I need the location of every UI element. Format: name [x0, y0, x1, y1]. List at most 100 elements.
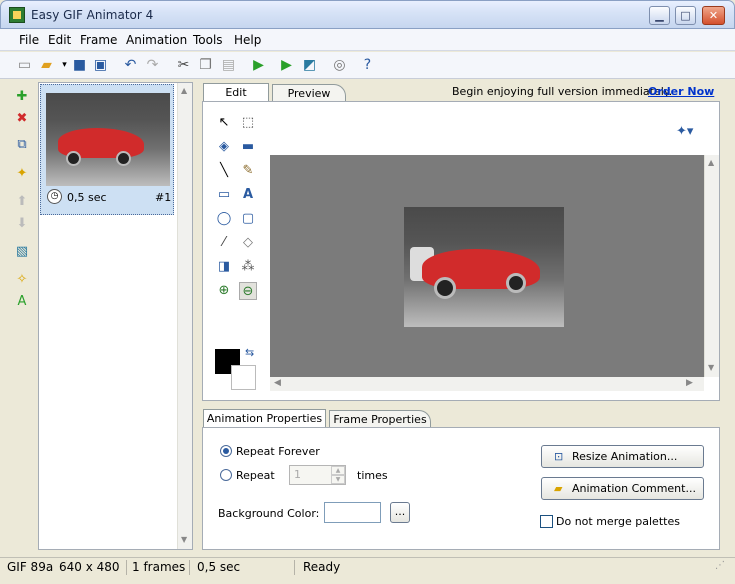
save-all-icon[interactable]: ▣ [92, 57, 109, 74]
image-effect-icon[interactable]: ▧ [13, 243, 31, 261]
zoom-out-icon[interactable]: ⊖ [239, 282, 257, 300]
pointer-icon[interactable]: ↖ [215, 114, 233, 132]
background-color-field[interactable] [324, 502, 381, 523]
wizard-icon[interactable]: ✧ [13, 271, 31, 289]
menu-bar: File Edit Frame Animation Tools Help [0, 29, 735, 51]
canvas-horizontal-scrollbar[interactable]: ◀ ▶ [270, 377, 704, 391]
menu-edit[interactable]: Edit [48, 33, 71, 47]
banner-text-icon[interactable]: A [13, 293, 31, 311]
copy-icon[interactable]: ❐ [197, 57, 214, 74]
redo-icon[interactable]: ↷ [144, 57, 161, 74]
help-icon[interactable]: ? [359, 57, 376, 74]
properties-panel: Repeat Forever Repeat 1 ▲ ▼ times Backgr… [202, 427, 720, 550]
move-up-icon[interactable]: ⬆ [13, 193, 31, 211]
repeat-count-value: 1 [294, 468, 301, 481]
status-duration: 0,5 sec [197, 560, 241, 574]
animation-frame-image [404, 207, 564, 327]
resize-icon: ⊡ [554, 450, 564, 463]
repeat-radio[interactable] [220, 469, 232, 481]
new-file-icon[interactable]: ▭ [16, 57, 33, 74]
scroll-down-icon[interactable]: ▼ [181, 535, 187, 544]
frame-list[interactable]: ◷ 0,5 sec #1 ▲ ▼ [38, 82, 193, 550]
preview-browser-icon[interactable]: ◩ [301, 57, 318, 74]
menu-help[interactable]: Help [234, 33, 261, 47]
decrement-icon[interactable]: ▼ [331, 475, 345, 484]
flip-icon[interactable]: ◨ [215, 258, 233, 276]
folder-icon: ▰ [554, 482, 563, 495]
frame-index: #1 [155, 191, 172, 204]
canvas-area[interactable] [270, 155, 704, 377]
status-bar: GIF 89a 640 x 480 1 frames 0,5 sec Ready… [0, 557, 735, 576]
insert-blank-frame-icon[interactable]: ✦ [13, 165, 31, 183]
merge-palettes-label: Do not merge palettes [556, 515, 680, 528]
animation-comment-label: Animation Comment... [572, 482, 696, 495]
title-bar[interactable]: Easy GIF Animator 4 ▁ □ ✕ [0, 0, 735, 29]
text-icon[interactable]: A [239, 186, 257, 204]
increment-icon[interactable]: ▲ [331, 466, 345, 475]
rounded-rect-icon[interactable]: ▢ [239, 210, 257, 228]
menu-tools[interactable]: Tools [193, 33, 223, 47]
optimize-icon[interactable]: ◎ [331, 57, 348, 74]
menu-animation[interactable]: Animation [126, 33, 187, 47]
add-frame-icon[interactable]: ✚ [13, 88, 31, 106]
cut-icon[interactable]: ✂ [175, 57, 192, 74]
main-toolbar: ▭ ▰ ▾ ■ ▣ ↶ ↷ ✂ ❐ ▤ ▶ ▶ ◩ ◎ ? [0, 52, 735, 79]
rectangle-icon[interactable]: ▭ [215, 186, 233, 204]
status-size: 640 x 480 [59, 560, 120, 574]
brush-icon[interactable]: ✎ [239, 162, 257, 180]
window-title: Easy GIF Animator 4 [31, 8, 154, 22]
status-frames: 1 frames [132, 560, 186, 574]
undo-icon[interactable]: ↶ [122, 57, 139, 74]
scroll-left-icon[interactable]: ◀ [274, 378, 281, 388]
background-color-label: Background Color: [218, 507, 320, 520]
edit-panel: ↖ ⬚ ◈ ▬ ╲ ✎ ▭ A ◯ ▢ ⁄ ◇ ◨ ⁂ ⊕ ⊖ ✦▾ ⇆ ▲ ▼… [202, 101, 720, 401]
spray-icon[interactable]: ⁂ [239, 258, 257, 276]
move-down-icon[interactable]: ⬇ [13, 215, 31, 233]
duplicate-frame-icon[interactable]: ⧉ [13, 136, 31, 154]
paste-icon[interactable]: ▤ [220, 57, 237, 74]
frame-delay[interactable]: 0,5 sec [67, 191, 107, 204]
eraser-icon[interactable]: ◇ [239, 234, 257, 252]
canvas-options-icon[interactable]: ✦▾ [676, 124, 693, 139]
delete-frame-icon[interactable]: ✖ [13, 110, 31, 128]
clock-icon: ◷ [47, 189, 62, 204]
scroll-down-icon[interactable]: ▼ [708, 363, 714, 372]
close-button[interactable]: ✕ [702, 6, 725, 25]
menu-frame[interactable]: Frame [80, 33, 117, 47]
repeat-count-stepper[interactable]: 1 ▲ ▼ [289, 465, 346, 485]
gradient-icon[interactable]: ▬ [239, 138, 257, 156]
open-folder-icon[interactable]: ▰ [38, 57, 55, 74]
resize-animation-button[interactable]: ⊡ Resize Animation... [541, 445, 704, 468]
play-from-frame-icon[interactable]: ▶ [278, 57, 295, 74]
eyedropper-icon[interactable]: ⁄ [215, 234, 233, 252]
repeat-forever-radio[interactable] [220, 445, 232, 457]
select-rect-icon[interactable]: ⬚ [239, 114, 257, 132]
order-now-link[interactable]: Order Now [648, 85, 714, 98]
scroll-up-icon[interactable]: ▲ [181, 86, 187, 95]
ellipse-icon[interactable]: ◯ [215, 210, 233, 228]
swap-colors-icon[interactable]: ⇆ [245, 346, 254, 359]
resize-animation-label: Resize Animation... [572, 450, 678, 463]
animation-comment-button[interactable]: ▰ Animation Comment... [541, 477, 704, 500]
repeat-label: Repeat [236, 469, 275, 482]
fill-bucket-icon[interactable]: ◈ [215, 138, 233, 156]
background-color-swatch[interactable] [231, 365, 256, 390]
canvas-vertical-scrollbar[interactable]: ▲ ▼ [704, 155, 719, 377]
maximize-button[interactable]: □ [675, 6, 696, 25]
play-icon[interactable]: ▶ [250, 57, 267, 74]
merge-palettes-checkbox[interactable] [540, 515, 553, 528]
minimize-button[interactable]: ▁ [649, 6, 670, 25]
resize-grip-icon[interactable]: ⋰ [715, 560, 725, 571]
line-icon[interactable]: ╲ [215, 162, 233, 180]
scroll-up-icon[interactable]: ▲ [708, 158, 714, 167]
status-format: GIF 89a [7, 560, 54, 574]
save-icon[interactable]: ■ [71, 57, 88, 74]
menu-file[interactable]: File [19, 33, 39, 47]
zoom-in-icon[interactable]: ⊕ [215, 282, 233, 300]
frame-item[interactable]: ◷ 0,5 sec #1 [40, 84, 174, 215]
app-icon [9, 7, 25, 23]
browse-color-button[interactable]: ... [390, 502, 410, 523]
scroll-right-icon[interactable]: ▶ [686, 378, 693, 388]
frame-list-scrollbar[interactable]: ▲ ▼ [177, 83, 192, 549]
status-state: Ready [303, 560, 341, 574]
